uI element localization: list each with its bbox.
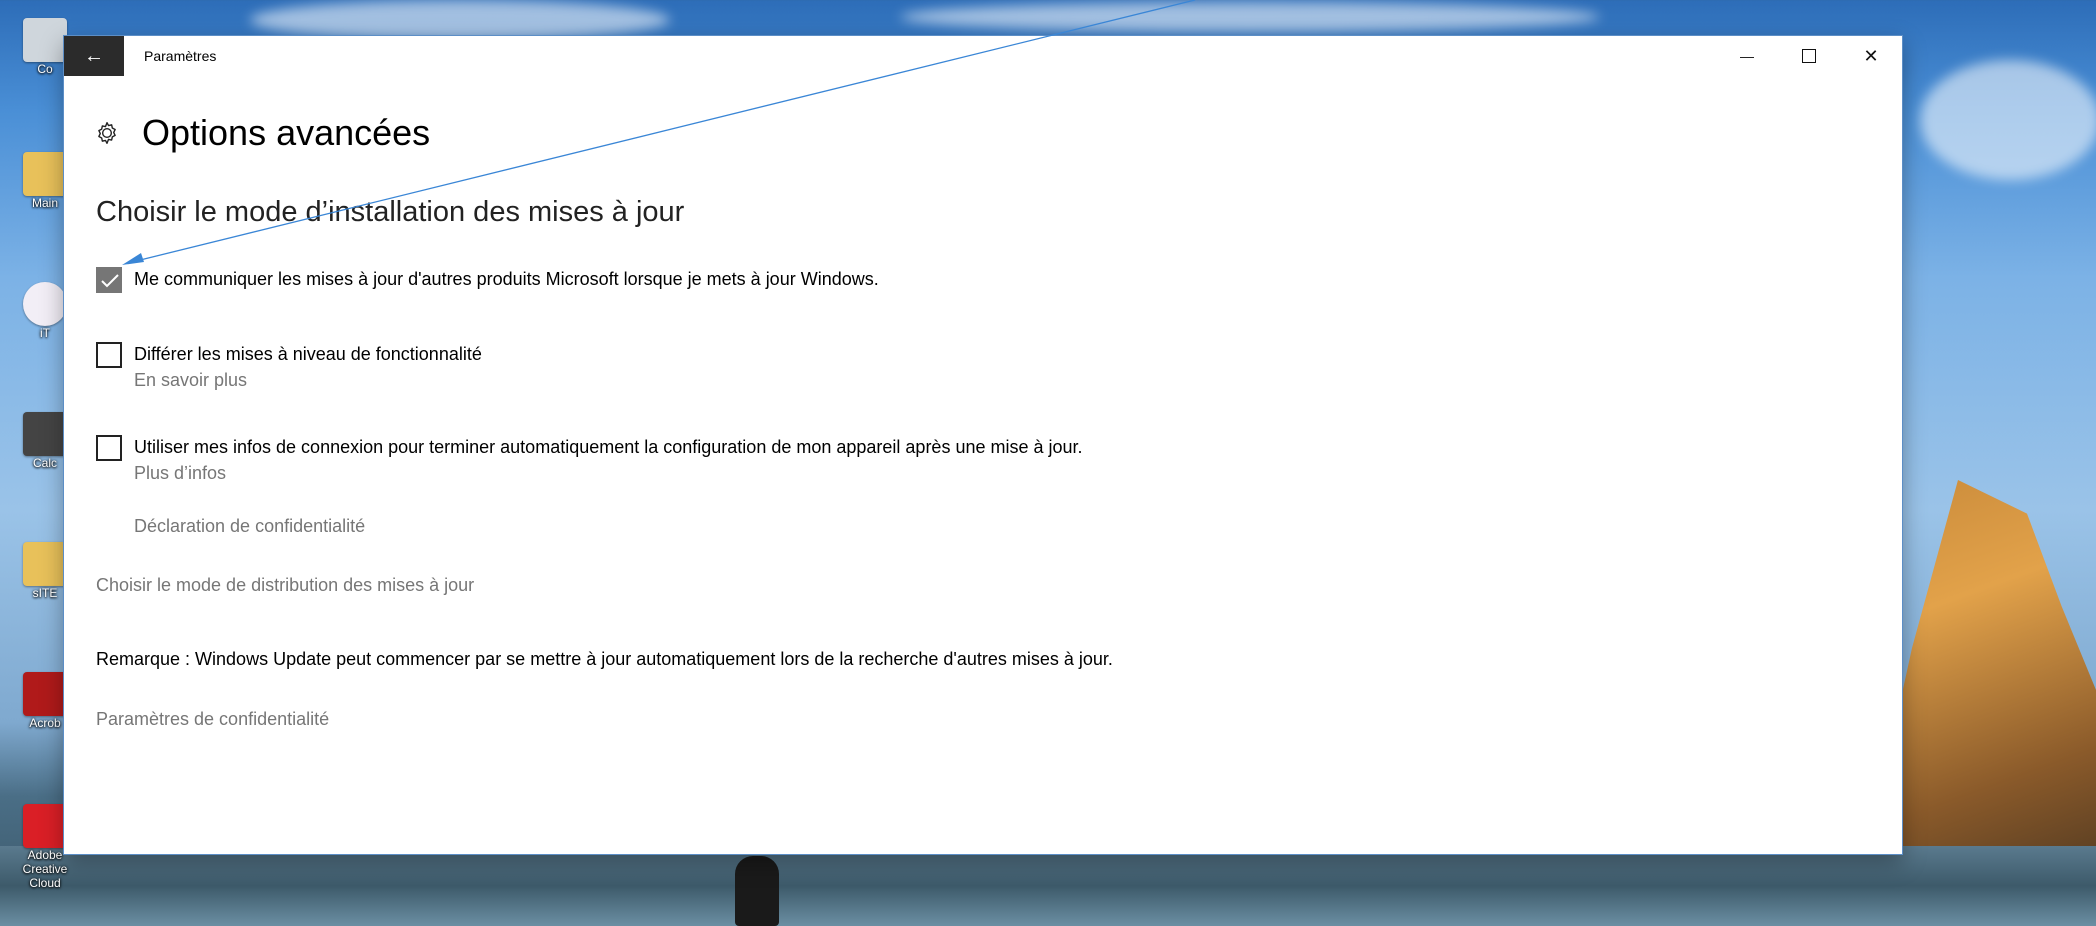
minimize-icon: —	[1740, 48, 1754, 64]
delivery-mode-link[interactable]: Choisir le mode de distribution des mise…	[96, 575, 474, 596]
checkbox-defer-upgrades[interactable]	[96, 342, 122, 368]
more-info-link[interactable]: Plus d’infos	[134, 463, 226, 484]
privacy-statement-link[interactable]: Déclaration de confidentialité	[134, 516, 365, 537]
window-title: Paramètres	[144, 48, 217, 64]
cloud	[900, 2, 1600, 32]
checkbox-sign-in-info[interactable]	[96, 435, 122, 461]
settings-window: ← Paramètres — ✕ Options avancées Choisi…	[64, 36, 1902, 854]
gear-icon	[98, 122, 116, 144]
close-button[interactable]: ✕	[1840, 36, 1902, 76]
sea	[0, 846, 2096, 926]
option-label: Utiliser mes infos de connexion pour ter…	[134, 437, 1083, 457]
option-label: Me communiquer les mises à jour d'autres…	[134, 269, 879, 289]
maximize-icon	[1802, 49, 1816, 63]
page-title: Options avancées	[142, 112, 431, 153]
minimize-button[interactable]: —	[1716, 36, 1778, 76]
learn-more-link[interactable]: En savoir plus	[134, 370, 247, 391]
window-titlebar[interactable]: ← Paramètres — ✕	[64, 36, 1902, 76]
cloud	[250, 0, 670, 40]
checkmark-icon	[101, 274, 119, 288]
option-label: Différer les mises à niveau de fonctionn…	[134, 344, 482, 364]
privacy-settings-link[interactable]: Paramètres de confidentialité	[96, 709, 329, 730]
desktop-icon-label: Adobe Creative Cloud	[22, 848, 68, 890]
page-header: Options avancées	[94, 112, 430, 154]
update-note: Remarque : Windows Update peut commencer…	[96, 649, 1113, 669]
back-button[interactable]: ←	[64, 36, 124, 76]
cloud	[1920, 60, 2096, 180]
maximize-button[interactable]	[1778, 36, 1840, 76]
back-arrow-icon: ←	[84, 44, 104, 67]
section-title: Choisir le mode d’installation des mises…	[96, 196, 685, 228]
runner-silhouette	[735, 856, 779, 926]
window-controls: — ✕	[1716, 36, 1902, 76]
checkbox-other-products[interactable]	[96, 267, 122, 293]
close-icon: ✕	[1863, 45, 1879, 66]
